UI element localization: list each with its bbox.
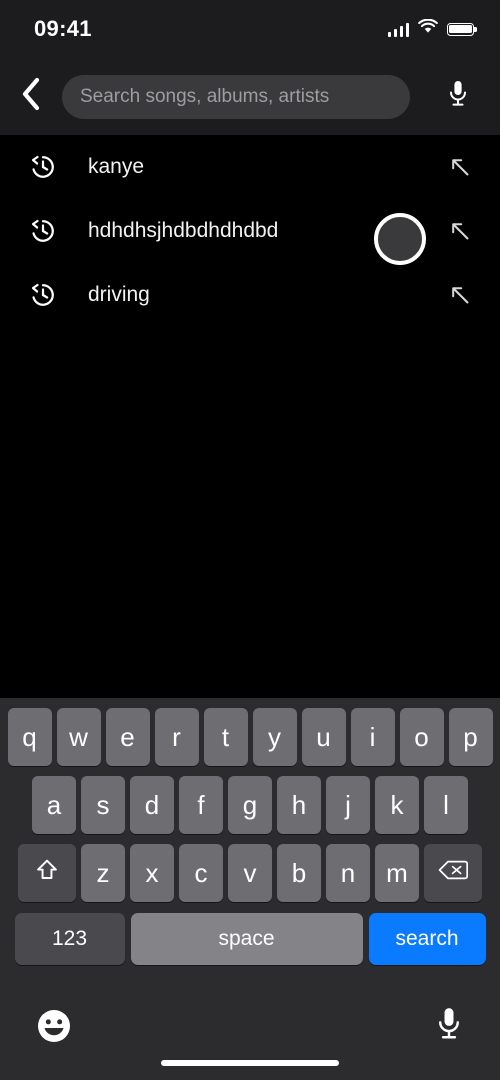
table-row[interactable]: driving	[0, 263, 500, 327]
numbers-key[interactable]: 123	[14, 913, 125, 965]
key-c[interactable]: c	[179, 844, 223, 902]
status-bar: 09:41	[0, 0, 500, 58]
key-i[interactable]: i	[350, 708, 395, 766]
phone-screen: 09:41 Search songs, albums, artists kany…	[0, 0, 500, 1080]
emoji-smiley-icon[interactable]	[34, 1006, 74, 1051]
battery-full-icon	[447, 22, 477, 36]
history-clock-icon	[28, 152, 72, 182]
keyboard-row-4: 123 space search	[0, 902, 500, 965]
status-icons	[387, 18, 477, 39]
recent-search-label: hdhdhsjhdbdhdhdbd	[88, 219, 279, 242]
key-u[interactable]: u	[301, 708, 346, 766]
keyboard-row-1: q w e r t y u i o p	[0, 698, 500, 766]
space-key[interactable]: space	[130, 913, 363, 965]
key-l[interactable]: l	[424, 776, 468, 834]
key-t[interactable]: t	[203, 708, 248, 766]
key-f[interactable]: f	[179, 776, 223, 834]
keyboard-row-2: a s d f g h j k l	[0, 766, 500, 834]
arrow-up-left-icon[interactable]	[438, 283, 472, 307]
key-n[interactable]: n	[326, 844, 370, 902]
keyboard-bottom-bar	[0, 988, 500, 1080]
key-p[interactable]: p	[448, 708, 493, 766]
shift-arrow-icon	[34, 857, 60, 890]
home-indicator-bar[interactable]	[161, 1060, 339, 1066]
shift-key[interactable]	[18, 844, 76, 902]
history-clock-icon	[28, 280, 72, 310]
key-d[interactable]: d	[130, 776, 174, 834]
key-h[interactable]: h	[277, 776, 321, 834]
key-v[interactable]: v	[228, 844, 272, 902]
keyboard-row-3: z x c v b n m	[0, 834, 500, 902]
key-g[interactable]: g	[228, 776, 272, 834]
backspace-key[interactable]	[424, 844, 482, 902]
key-x[interactable]: x	[130, 844, 174, 902]
key-o[interactable]: o	[399, 708, 444, 766]
recent-search-label: driving	[88, 283, 150, 306]
table-row[interactable]: kanye	[0, 135, 500, 199]
table-row[interactable]: hdhdhsjhdbdhdhdbd	[0, 199, 500, 263]
key-m[interactable]: m	[375, 844, 419, 902]
dictation-microphone-icon[interactable]	[436, 1006, 462, 1047]
search-key[interactable]: search	[368, 913, 486, 965]
arrow-up-left-icon[interactable]	[438, 155, 472, 179]
microphone-icon	[447, 79, 469, 114]
key-y[interactable]: y	[252, 708, 297, 766]
key-e[interactable]: e	[105, 708, 150, 766]
key-s[interactable]: s	[81, 776, 125, 834]
key-w[interactable]: w	[56, 708, 101, 766]
wifi-icon	[418, 18, 438, 39]
search-input[interactable]: Search songs, albums, artists	[62, 74, 410, 119]
back-button[interactable]	[0, 58, 62, 135]
key-k[interactable]: k	[375, 776, 419, 834]
recent-searches-list: kanye hdhdhsjhdbdhdhdbd driving	[0, 135, 500, 698]
status-time: 09:41	[34, 16, 92, 41]
recent-search-label: kanye	[88, 155, 145, 178]
backspace-delete-icon	[438, 858, 469, 889]
signal-bars-icon	[387, 22, 409, 37]
key-z[interactable]: z	[81, 844, 125, 902]
arrow-up-left-icon[interactable]	[438, 219, 472, 243]
key-r[interactable]: r	[154, 708, 199, 766]
key-j[interactable]: j	[326, 776, 370, 834]
search-placeholder: Search songs, albums, artists	[80, 85, 330, 107]
key-b[interactable]: b	[277, 844, 321, 902]
on-screen-keyboard: q w e r t y u i o p a s d f g h j k l z …	[0, 698, 500, 1080]
history-clock-icon	[28, 216, 72, 246]
key-q[interactable]: q	[7, 708, 52, 766]
chevron-left-icon	[20, 77, 42, 116]
key-a[interactable]: a	[32, 776, 76, 834]
voice-search-button[interactable]	[416, 58, 500, 135]
search-header: Search songs, albums, artists	[0, 58, 500, 135]
